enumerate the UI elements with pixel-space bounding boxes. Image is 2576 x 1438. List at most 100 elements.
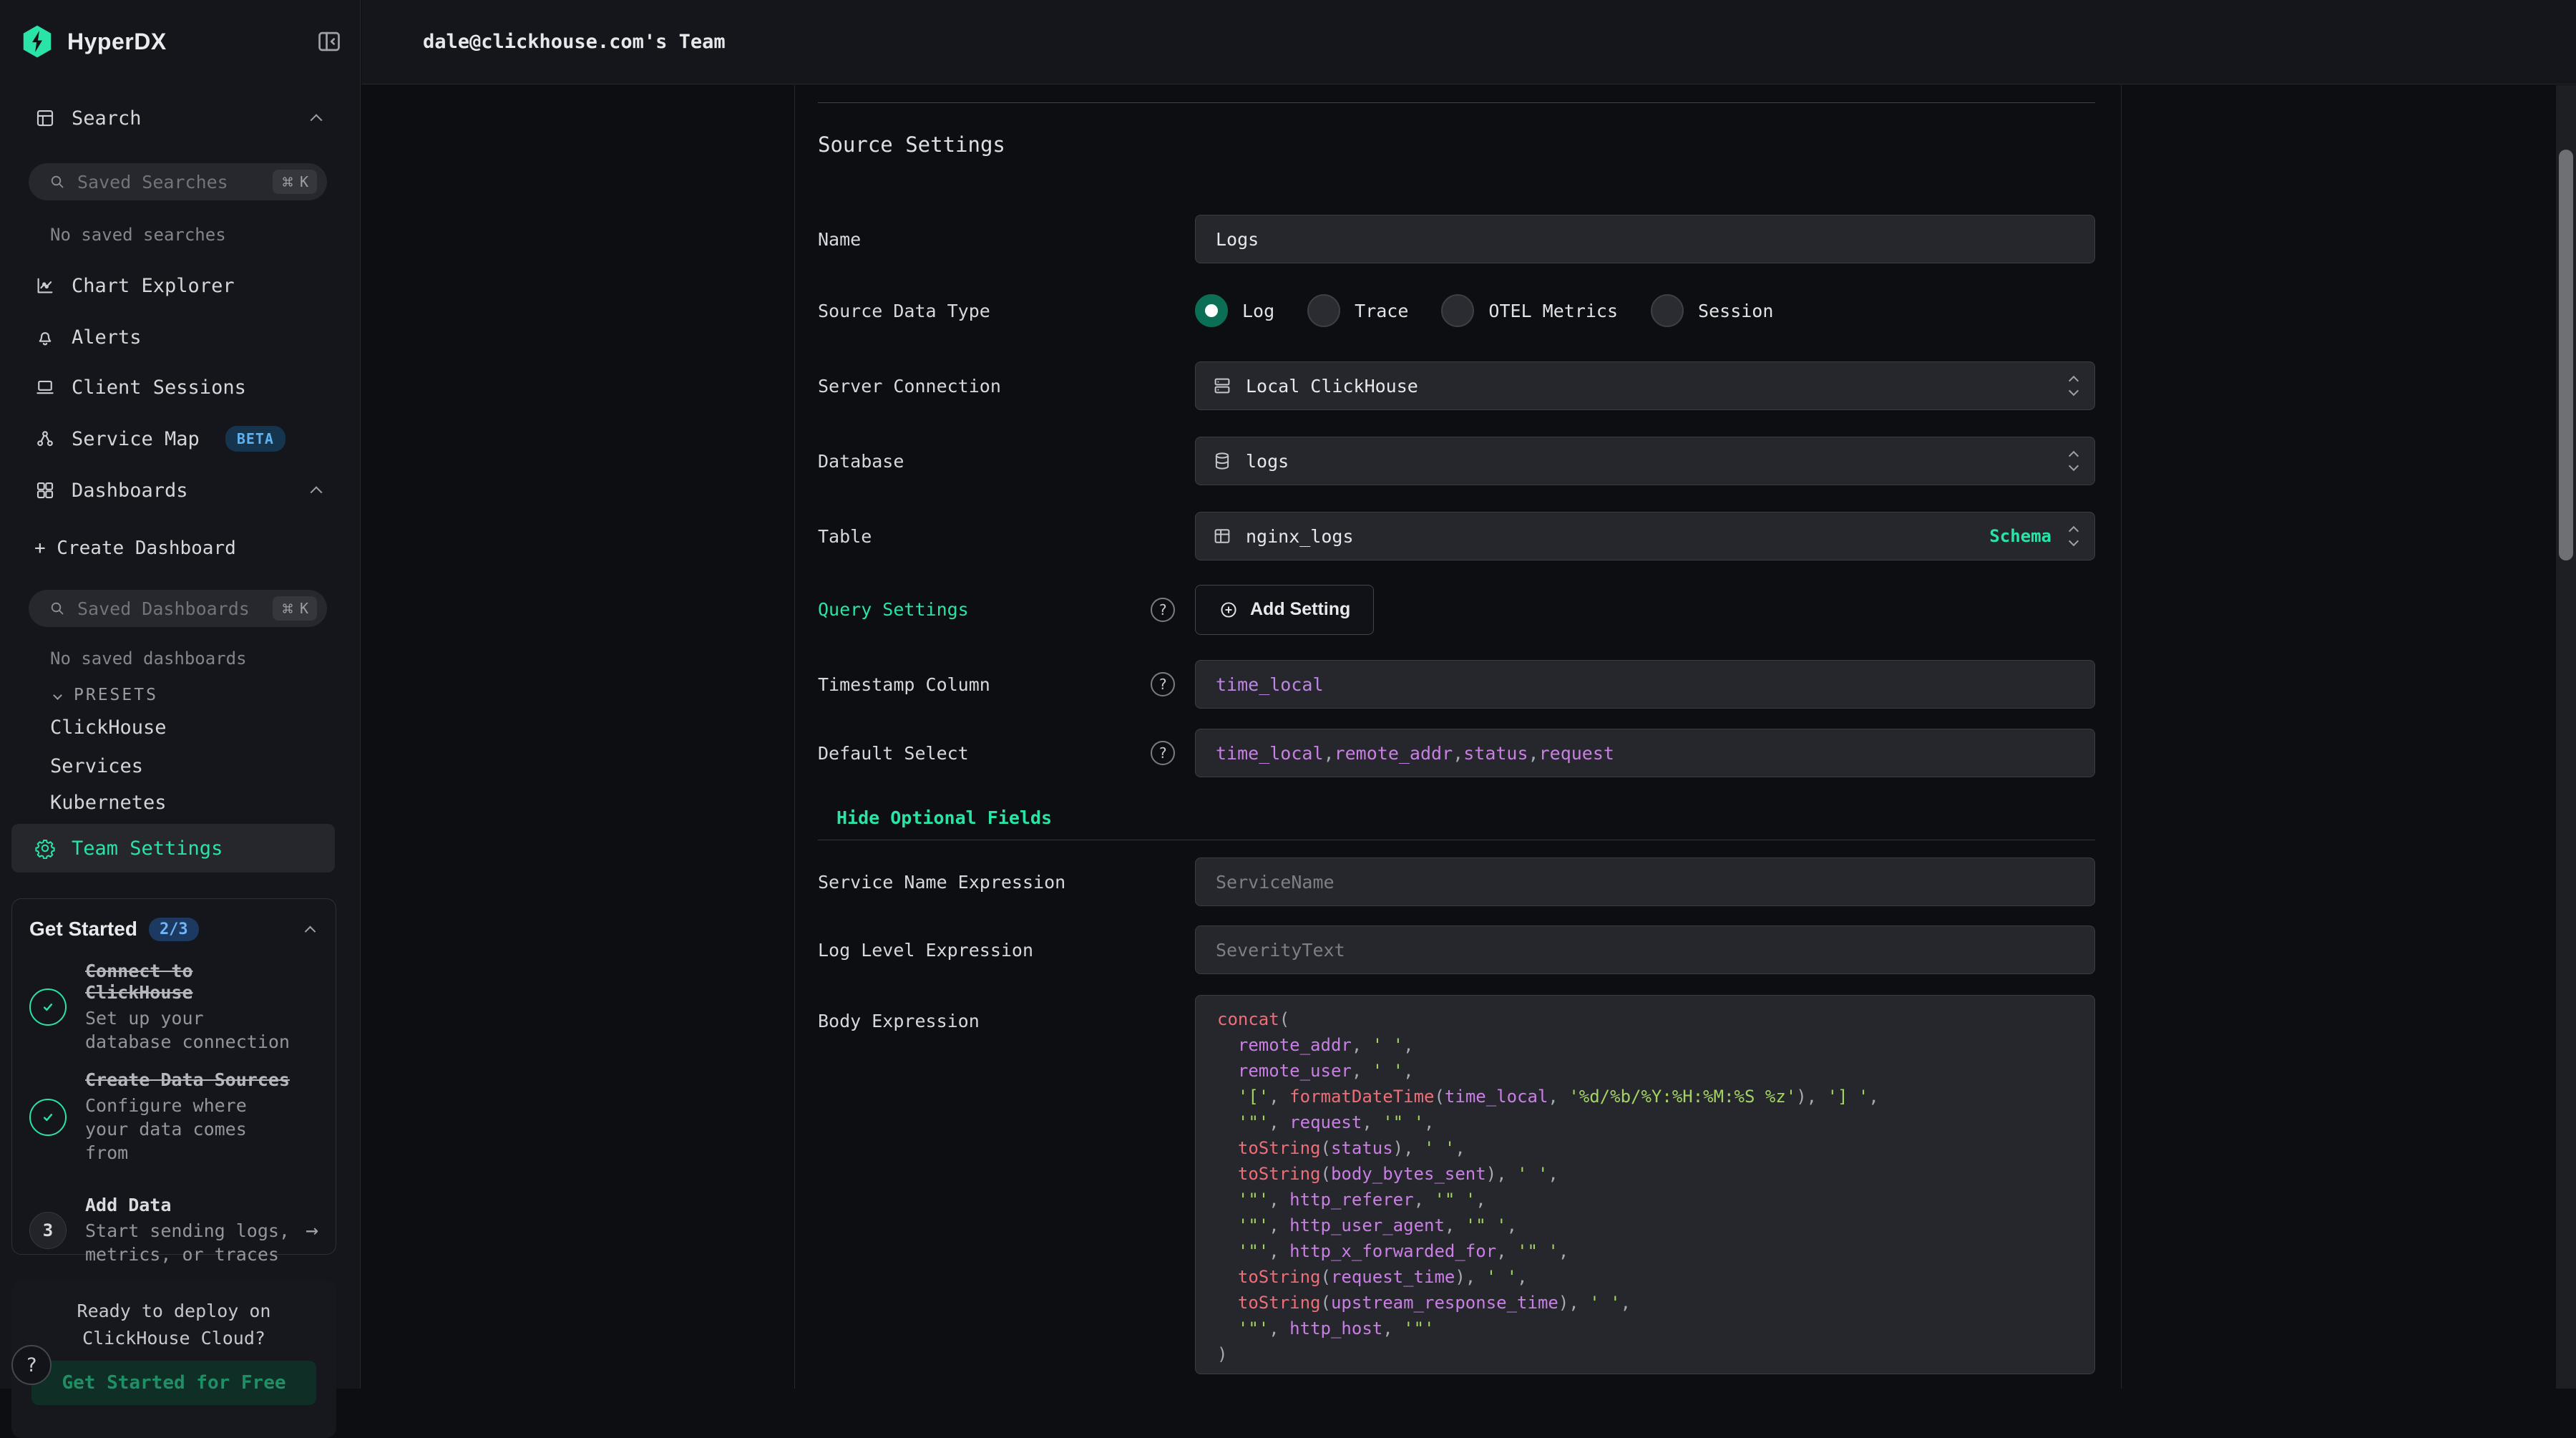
table-select[interactable]: nginx_logs Schema (1195, 512, 2095, 560)
service-map-nodes-icon (34, 428, 56, 450)
help-icon[interactable]: ? (1151, 672, 1175, 696)
database-select[interactable]: logs (1195, 437, 2095, 485)
chevron-up-icon (311, 114, 323, 126)
select-chevrons-icon (2070, 452, 2077, 471)
laptop-icon (34, 376, 56, 398)
search-icon (49, 173, 66, 190)
step-create-data-sources[interactable]: Create Data Sources Configure where your… (29, 1069, 318, 1165)
service-name-expression-input[interactable] (1195, 858, 2095, 906)
step-add-data[interactable]: 3 Add Data Start sending logs, metrics, … (29, 1195, 318, 1266)
preset-item-kubernetes[interactable]: Kubernetes (50, 792, 167, 814)
no-saved-dashboards-text: No saved dashboards (50, 648, 247, 669)
create-dashboard-label: + Create Dashboard (34, 538, 236, 559)
get-started-steps: Connect to ClickHouse Set up your databa… (29, 961, 318, 1266)
hyperdx-logo-icon (21, 24, 53, 59)
name-label: Name (818, 229, 861, 250)
radio-option-trace[interactable]: Trace (1307, 294, 1408, 327)
scrollbar-track[interactable] (2556, 85, 2576, 1389)
topbar: dale@clickhouse.com's Team (361, 0, 2576, 84)
content-right-divider (2121, 85, 2122, 1389)
presets-section-toggle[interactable]: PRESETS (54, 686, 158, 704)
radio-option-session[interactable]: Session (1651, 294, 1773, 327)
form-row-timestamp-column: Timestamp Column ? (818, 660, 2095, 709)
form-row-table: Table nginx_logs Schema (818, 512, 2095, 560)
preset-item-clickhouse[interactable]: ClickHouse (50, 716, 167, 739)
cloud-panel-text: Ready to deploy on ClickHouse Cloud? (31, 1298, 317, 1352)
content-left-divider (794, 85, 795, 1389)
step-title: Add Data (85, 1195, 290, 1216)
hide-optional-fields-link[interactable]: Hide Optional Fields (836, 807, 1052, 828)
sidebar-item-chart-explorer[interactable]: Chart Explorer (9, 263, 342, 309)
beta-badge: BETA (225, 426, 286, 452)
sidebar-item-label: Dashboards (72, 480, 188, 502)
database-label: Database (818, 451, 904, 472)
select-chevrons-icon (2070, 527, 2077, 546)
preset-item-services[interactable]: Services (50, 755, 143, 777)
default-select-label: Default Select (818, 743, 969, 764)
saved-dashboards-placeholder: Saved Dashboards (77, 598, 250, 619)
form-row-log-level-expression: Log Level Expression (818, 926, 2095, 974)
source-settings-form: Source Settings Name Source Data Type Lo… (818, 102, 2095, 1389)
default-select-input[interactable]: time_local, remote_addr, status, request (1195, 729, 2095, 777)
get-started-header[interactable]: Get Started 2/3 (29, 916, 318, 942)
help-icon[interactable]: ? (1151, 741, 1175, 765)
body-expression-editor[interactable]: concat( remote_addr, ' ', remote_user, '… (1195, 995, 2095, 1374)
server-connection-value: Local ClickHouse (1246, 376, 1418, 397)
gear-icon (34, 837, 56, 859)
table-label: Table (818, 526, 872, 547)
add-setting-button[interactable]: Add Setting (1195, 585, 1374, 635)
saved-dashboards-input[interactable]: Saved Dashboards K (29, 590, 327, 627)
timestamp-column-input[interactable] (1195, 660, 2095, 709)
form-row-database: Database logs (818, 437, 2095, 485)
form-row-server-connection: Server Connection Local ClickHouse (818, 361, 2095, 410)
name-input[interactable] (1195, 215, 2095, 263)
form-row-default-select: Default Select ? time_local, remote_addr… (818, 729, 2095, 777)
get-started-title: Get Started (29, 918, 137, 941)
sidebar-item-team-settings[interactable]: Team Settings (11, 824, 335, 873)
radio-unselected-icon (1441, 294, 1474, 327)
form-row-query-settings: Query Settings ? Add Setting (818, 583, 2095, 636)
database-value: logs (1246, 451, 1289, 472)
get-started-free-button[interactable]: Get Started for Free (31, 1361, 316, 1405)
create-dashboard-button[interactable]: + Create Dashboard (9, 525, 342, 571)
help-icon[interactable]: ? (1151, 598, 1175, 622)
sidebar-item-alerts[interactable]: Alerts (9, 314, 342, 360)
logo-row: HyperDX (21, 24, 343, 59)
sidebar-item-client-sessions[interactable]: Client Sessions (9, 364, 342, 410)
circle-plus-icon (1219, 600, 1239, 620)
log-level-expression-input[interactable] (1195, 926, 2095, 974)
search-icon (49, 600, 66, 617)
sidebar-item-dashboards[interactable]: Dashboards (9, 467, 342, 513)
collapse-sidebar-icon[interactable] (316, 28, 343, 55)
radio-option-otel-metrics[interactable]: OTEL Metrics (1441, 294, 1618, 327)
sidebar-item-service-map[interactable]: Service Map BETA (9, 416, 342, 462)
app-title: HyperDX (67, 29, 167, 55)
step-number-badge: 3 (29, 1212, 67, 1249)
section-divider (818, 102, 2095, 103)
step-description: Configure where your data comes from (85, 1094, 290, 1165)
timestamp-column-label: Timestamp Column (818, 674, 990, 695)
schema-link[interactable]: Schema (1989, 526, 2051, 546)
sidebar-section-search[interactable]: Search (9, 95, 342, 141)
step-connect-to-clickhouse[interactable]: Connect to ClickHouse Set up your databa… (29, 961, 318, 1054)
step-description: Start sending logs, metrics, or traces (85, 1219, 290, 1266)
server-icon (1211, 375, 1233, 397)
help-button[interactable]: ? (11, 1345, 52, 1385)
step-description: Set up your database connection (85, 1006, 290, 1054)
command-icon (281, 175, 294, 188)
scrollbar-thumb[interactable] (2559, 150, 2573, 560)
sidebar-section-label: Search (72, 107, 142, 130)
team-settings-label: Team Settings (72, 837, 223, 860)
server-connection-select[interactable]: Local ClickHouse (1195, 361, 2095, 410)
no-saved-searches-text: No saved searches (50, 225, 226, 245)
progress-badge: 2/3 (149, 918, 199, 941)
chart-icon (34, 275, 56, 296)
sidebar-item-label: Alerts (72, 326, 142, 349)
saved-searches-input[interactable]: Saved Searches K (29, 163, 327, 200)
radio-option-log[interactable]: Log (1195, 294, 1274, 327)
clickhouse-cloud-panel: Ready to deploy on ClickHouse Cloud? Get… (11, 1281, 336, 1438)
check-circle-icon (29, 1099, 67, 1136)
service-name-expression-label: Service Name Expression (818, 872, 1065, 893)
body-expression-label: Body Expression (818, 1011, 980, 1031)
form-row-name: Name (818, 215, 2095, 263)
